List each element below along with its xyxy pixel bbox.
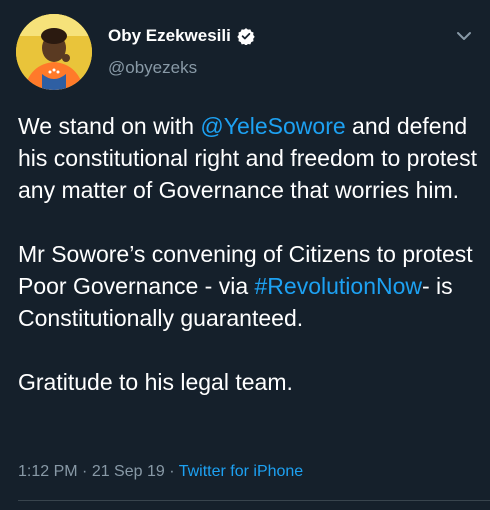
verified-badge-icon xyxy=(237,28,255,45)
tweet-paragraph-3: Gratitude to his legal team. xyxy=(18,369,293,395)
tweet-paragraph-1: We stand on with @YeleSowore and defend … xyxy=(18,110,478,206)
meta-separator: · xyxy=(164,463,179,480)
avatar-photo xyxy=(16,14,92,90)
divider xyxy=(18,500,490,501)
author-handle[interactable]: @obyezeks xyxy=(108,58,197,78)
tweet-text: We stand on with @YeleSowore and defend … xyxy=(18,110,478,398)
author-display-name[interactable]: Oby Ezekwesili xyxy=(108,26,231,46)
meta-separator: · xyxy=(77,463,92,480)
hashtag-link[interactable]: #RevolutionNow xyxy=(255,273,422,299)
tweet-text-segment: We stand on with xyxy=(18,113,201,139)
tweet-meta: 1:12 PM · 21 Sep 19 · Twitter for iPhone xyxy=(18,463,303,481)
author-name-row[interactable]: Oby Ezekwesili xyxy=(108,26,255,46)
tweet-card: Oby Ezekwesili @obyezeks We stand on wit… xyxy=(0,0,490,510)
tweet-source-link[interactable]: Twitter for iPhone xyxy=(179,463,304,480)
mention-link[interactable]: @YeleSowore xyxy=(200,113,345,139)
tweet-paragraph-2: Mr Sowore’s convening of Citizens to pro… xyxy=(18,238,478,334)
tweet-date[interactable]: 21 Sep 19 xyxy=(92,463,165,480)
tweet-time[interactable]: 1:12 PM xyxy=(18,463,78,480)
chevron-down-icon[interactable] xyxy=(456,28,472,44)
author-avatar[interactable] xyxy=(16,14,92,90)
